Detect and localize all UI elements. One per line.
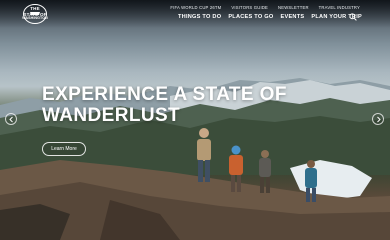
utility-link-travel-industry[interactable]: TRAVEL INDUSTRY: [319, 5, 360, 10]
utility-link-visitors-guide[interactable]: VISITORS GUIDE: [231, 5, 268, 10]
nav-item-places-to-go[interactable]: PLACES TO GO: [228, 14, 273, 20]
hero-headline: EXPERIENCE A STATE OF WANDERLUST: [42, 84, 287, 126]
hero-headline-line2: WANDERLUST: [42, 105, 181, 126]
utility-link-newsletter[interactable]: NEWSLETTER: [278, 5, 309, 10]
chevron-right-icon: [377, 116, 381, 123]
carousel-next-button[interactable]: [372, 113, 384, 125]
chevron-left-icon: [9, 116, 13, 123]
nav-item-things-to-do[interactable]: THINGS TO DO: [178, 14, 221, 20]
utility-nav: FIFA WORLD CUP 26TM VISITORS GUIDE NEWSL…: [170, 5, 360, 10]
main-nav: THINGS TO DO PLACES TO GO EVENTS PLAN YO…: [178, 14, 362, 20]
utility-link-fifa[interactable]: FIFA WORLD CUP 26TM: [170, 5, 221, 10]
hero-headline-line1: EXPERIENCE A STATE OF: [42, 84, 287, 105]
learn-more-button[interactable]: Learn More: [42, 142, 86, 156]
carousel-prev-button[interactable]: [5, 113, 17, 125]
nav-item-events[interactable]: EVENTS: [280, 14, 304, 20]
logo-text-line2: WASHINGTON: [22, 16, 48, 20]
search-icon[interactable]: [349, 13, 357, 21]
brand-logo[interactable]: THE STATE OF WASHINGTON: [22, 3, 48, 25]
